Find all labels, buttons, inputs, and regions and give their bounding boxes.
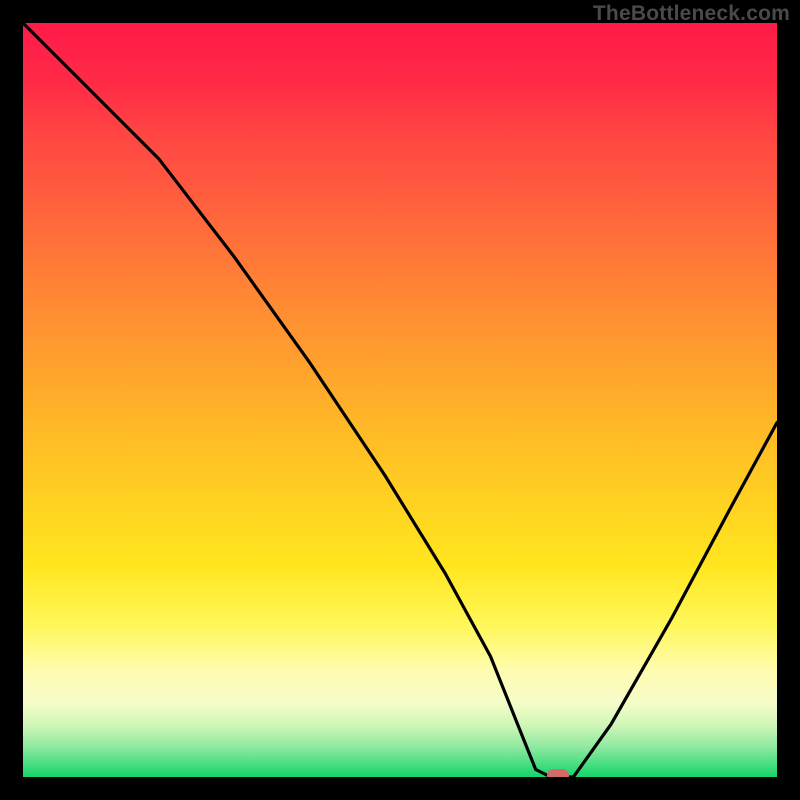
optimal-point-marker (547, 769, 569, 777)
bottleneck-curve (23, 23, 777, 777)
watermark-text: TheBottleneck.com (593, 2, 790, 26)
plot-area (23, 23, 777, 777)
chart-frame: TheBottleneck.com (0, 0, 800, 800)
